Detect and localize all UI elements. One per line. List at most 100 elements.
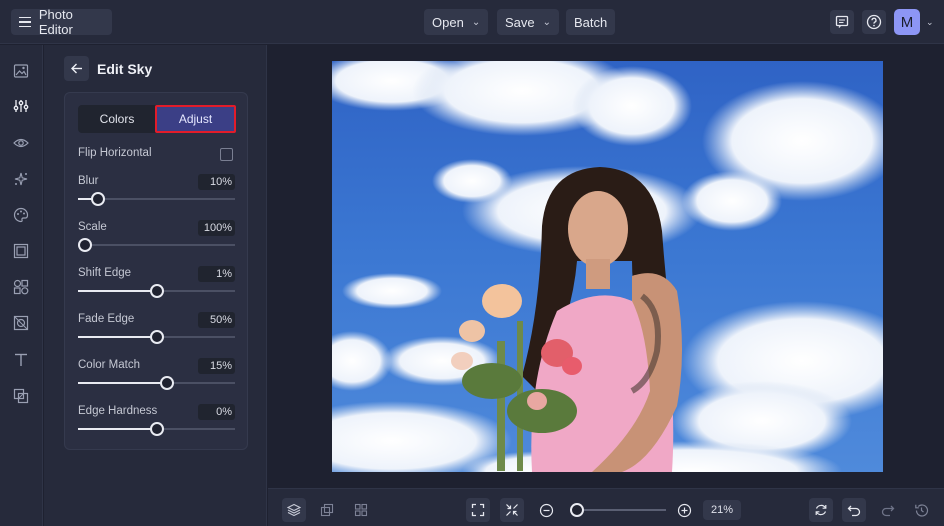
fit-screen-button[interactable] <box>466 498 490 522</box>
edge-hardness-slider[interactable] <box>78 422 235 436</box>
compare-button[interactable] <box>315 498 339 522</box>
save-label: Save <box>505 14 535 30</box>
zoom-in-icon <box>677 503 691 517</box>
photo-image <box>332 61 883 472</box>
back-button[interactable] <box>64 56 89 81</box>
open-label: Open <box>432 14 464 30</box>
slider-track <box>78 244 235 246</box>
slider-handle[interactable] <box>150 284 164 298</box>
fade-edge-slider[interactable] <box>78 330 235 344</box>
adjustments-icon[interactable] <box>11 96 31 116</box>
slider-fill <box>78 290 157 292</box>
panel-title: Edit Sky <box>97 61 153 77</box>
scale-slider[interactable] <box>78 238 235 252</box>
compare-icon <box>320 503 334 517</box>
edit-sky-panel: Edit Sky Colors Adjust Flip Horizontal B… <box>44 45 267 526</box>
zoom-out-icon <box>539 503 553 517</box>
history-icon <box>914 503 928 517</box>
slider-fill <box>78 336 157 338</box>
flip-horizontal-checkbox[interactable] <box>220 148 233 161</box>
eye-icon[interactable] <box>11 133 31 153</box>
tab-adjust[interactable]: Adjust <box>155 105 236 133</box>
text-icon[interactable] <box>11 350 31 370</box>
undo-button[interactable] <box>842 498 866 522</box>
zoom-value[interactable]: 21% <box>703 500 741 520</box>
chevron-down-icon: ⌄ <box>542 16 552 28</box>
flip-horizontal-label: Flip Horizontal <box>78 147 152 159</box>
grid-button[interactable] <box>349 498 373 522</box>
slider-fill <box>78 382 167 384</box>
hamburger-icon <box>19 14 31 31</box>
color-match-slider[interactable] <box>78 376 235 390</box>
feedback-button[interactable] <box>830 10 854 34</box>
layers-icon <box>287 503 301 517</box>
chevron-down-icon[interactable]: ⌄ <box>926 17 934 28</box>
history-button[interactable] <box>909 498 933 522</box>
reset-button[interactable] <box>809 498 833 522</box>
photo-canvas[interactable] <box>332 61 883 472</box>
batch-button[interactable]: Batch <box>566 9 616 35</box>
slider-fill <box>78 428 157 430</box>
shift-edge-slider[interactable] <box>78 284 235 298</box>
zoom-track <box>570 509 666 511</box>
image-icon[interactable] <box>11 61 31 81</box>
bottom-bar: 21% <box>268 488 944 526</box>
avatar[interactable]: M <box>894 9 920 35</box>
batch-label: Batch <box>574 14 608 30</box>
shift-edge-value[interactable]: 1% <box>198 266 235 282</box>
color-match-value[interactable]: 15% <box>198 358 235 374</box>
actual-size-button[interactable] <box>500 498 524 522</box>
tab-adjust-label: Adjust <box>178 112 213 126</box>
slider-handle[interactable] <box>150 330 164 344</box>
undo-icon <box>847 505 861 517</box>
tab-colors[interactable]: Colors <box>78 105 156 133</box>
sky-settings-card: Colors Adjust Flip Horizontal Blur 10% Sca… <box>64 92 248 450</box>
slider-handle[interactable] <box>91 192 105 206</box>
scale-value[interactable]: 100% <box>198 220 235 236</box>
top-bar: Photo Editor Open ⌄ Save ⌄ Batch M ⌄ <box>0 0 944 44</box>
shift-edge-label: Shift Edge <box>78 267 132 279</box>
app-menu-button[interactable]: Photo Editor <box>11 7 112 37</box>
arrow-left-icon <box>71 63 82 74</box>
shapes-icon[interactable] <box>11 277 31 297</box>
help-button[interactable] <box>862 10 886 34</box>
expand-icon <box>471 503 485 517</box>
edge-hardness-value[interactable]: 0% <box>198 404 235 420</box>
avatar-initial: M <box>900 13 914 31</box>
edge-hardness-label: Edge Hardness <box>78 405 158 417</box>
fade-edge-label: Fade Edge <box>78 313 135 325</box>
redo-icon <box>881 505 895 517</box>
redo-button[interactable] <box>876 498 900 522</box>
tab-colors-label: Colors <box>99 112 135 126</box>
chevron-down-icon: ⌄ <box>471 16 481 28</box>
palette-icon[interactable] <box>11 205 31 225</box>
blur-slider[interactable] <box>78 192 235 206</box>
blur-label: Blur <box>78 175 99 187</box>
texture-icon[interactable] <box>11 313 31 333</box>
overlay-icon[interactable] <box>11 386 31 406</box>
app-title: Photo Editor <box>38 7 73 37</box>
zoom-out-button[interactable] <box>534 498 558 522</box>
zoom-slider-handle[interactable] <box>570 503 584 517</box>
fade-edge-value[interactable]: 50% <box>198 312 235 328</box>
feedback-icon <box>835 15 849 28</box>
slider-handle[interactable] <box>78 238 92 252</box>
grid-icon <box>354 503 368 517</box>
zoom-slider[interactable] <box>570 503 666 517</box>
layers-button[interactable] <box>282 498 306 522</box>
shrink-icon <box>506 504 518 516</box>
open-button[interactable]: Open ⌄ <box>424 9 489 35</box>
zoom-in-button[interactable] <box>672 498 696 522</box>
blur-value[interactable]: 10% <box>198 174 235 190</box>
slider-handle[interactable] <box>160 376 174 390</box>
sparkle-icon[interactable] <box>11 169 31 189</box>
tab-switcher: Colors Adjust <box>78 105 236 133</box>
refresh-icon <box>815 504 827 516</box>
help-icon <box>866 14 882 30</box>
color-match-label: Color Match <box>78 359 140 371</box>
save-button[interactable]: Save ⌄ <box>497 9 560 35</box>
scale-label: Scale <box>78 221 107 233</box>
slider-handle[interactable] <box>150 422 164 436</box>
frame-icon[interactable] <box>11 241 31 261</box>
tool-rail <box>0 45 43 526</box>
